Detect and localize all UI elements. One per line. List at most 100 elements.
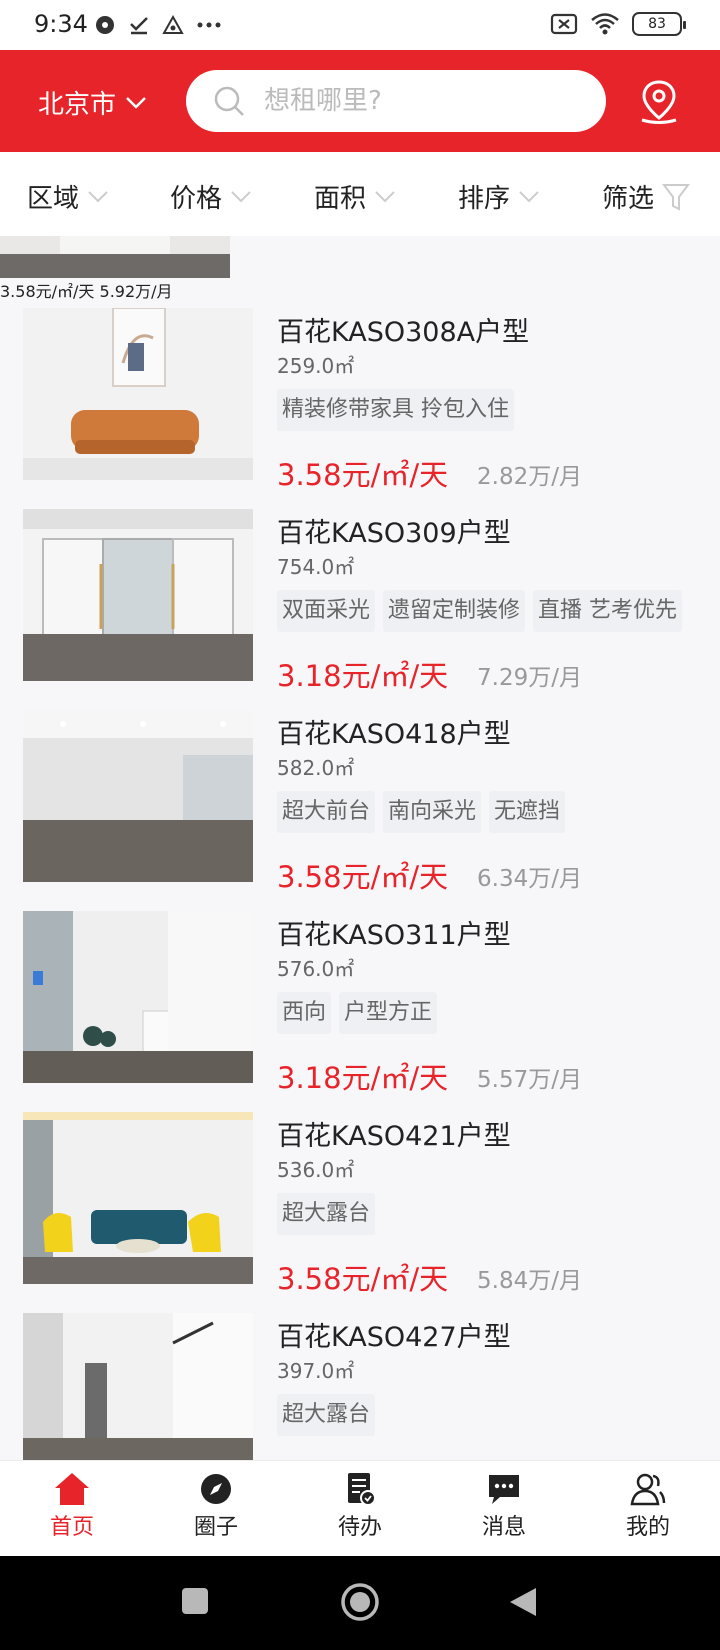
listing-area: 576.0㎡ <box>277 957 355 981</box>
listing-tag: 户型方正 <box>339 992 438 1034</box>
triangle-notification-icon <box>162 14 184 34</box>
listing-card[interactable]: 百花KASO427户型 397.0㎡ 超大露台 <box>0 1313 720 1460</box>
listing-monthly-price: 2.82万/月 <box>477 464 582 490</box>
listing-card[interactable]: 百花KASO308A户型 259.0㎡ 精装修带家具 拎包入住 3.58元/㎡/… <box>0 308 720 509</box>
listing-photo <box>23 308 253 480</box>
profile-icon <box>630 1473 666 1506</box>
top-header: 北京市 <box>0 50 720 152</box>
status-time: 9:34 <box>34 10 88 38</box>
city-selector[interactable]: 北京市 <box>38 84 148 121</box>
bottom-navigation: 首页 圈子 待办 消息 我的 <box>0 1460 720 1556</box>
nav-profile[interactable]: 我的 <box>598 1471 698 1541</box>
listing-tags: 双面采光 遗留定制装修 直播 艺考优先 <box>277 590 683 632</box>
listing-card[interactable]: 百花KASO418户型 582.0㎡ 超大前台 南向采光 无遮挡 3.58元/㎡… <box>0 710 720 911</box>
chevron-down-icon <box>231 190 251 202</box>
nav-todo[interactable]: 待办 <box>310 1471 410 1541</box>
listing-monthly-price: 5.84万/月 <box>477 1268 582 1294</box>
app-notification-icon <box>96 16 114 34</box>
status-bar: 9:34 83 <box>0 0 720 50</box>
home-button-icon[interactable] <box>340 1582 380 1622</box>
nav-home[interactable]: 首页 <box>22 1471 122 1541</box>
listing-photo <box>23 509 253 681</box>
listing-tag: 西向 <box>277 992 332 1034</box>
filter-label: 面积 <box>314 184 367 214</box>
search-icon <box>214 86 244 116</box>
listing-title: 百花KASO418户型 <box>277 719 511 750</box>
more-notifications-icon <box>197 22 221 28</box>
listing-photo <box>23 1112 253 1284</box>
listing-monthly-price: 7.29万/月 <box>477 665 582 691</box>
nav-messages[interactable]: 消息 <box>454 1471 554 1541</box>
filter-region[interactable]: 区域 <box>27 178 109 215</box>
listing-tags: 精装修带家具 拎包入住 <box>277 389 514 431</box>
listing-tag: 遗留定制装修 <box>383 590 526 632</box>
listing-tags: 超大露台 <box>277 1193 376 1235</box>
nav-circle[interactable]: 圈子 <box>166 1471 266 1541</box>
listing-tags: 西向 户型方正 <box>277 992 438 1034</box>
listing-area: 754.0㎡ <box>277 555 355 579</box>
home-icon <box>55 1473 89 1505</box>
listing-title: 百花KASO309户型 <box>277 518 511 549</box>
back-button-icon[interactable] <box>508 1586 538 1618</box>
chevron-down-icon <box>88 190 108 202</box>
listing-tags: 超大露台 <box>277 1394 376 1436</box>
listing-title: 百花KASO308A户型 <box>277 317 530 348</box>
chevron-down-icon <box>375 190 395 202</box>
listing-monthly-price: 5.92万/月 <box>99 282 173 301</box>
filter-sort[interactable]: 排序 <box>458 178 540 215</box>
listing-title: 百花KASO311户型 <box>277 920 511 951</box>
listing-daily-price: 3.18元/㎡/天 <box>277 659 449 693</box>
nav-label: 消息 <box>481 1515 526 1540</box>
check-notification-icon <box>130 17 148 35</box>
chevron-down-icon <box>519 190 539 202</box>
listing-area: 397.0㎡ <box>277 1359 355 1383</box>
listing-tags: 超大前台 南向采光 无遮挡 <box>277 791 566 833</box>
battery-level: 83 <box>648 16 666 32</box>
listing-daily-price: 3.58元/㎡/天 <box>277 1262 449 1296</box>
listing-tag: 超大露台 <box>277 1394 376 1436</box>
filter-label: 排序 <box>458 184 511 214</box>
filter-price[interactable]: 价格 <box>170 178 252 215</box>
recent-apps-icon[interactable] <box>181 1586 209 1616</box>
listing-daily-price: 3.58元/㎡/天 <box>277 860 449 894</box>
filter-label: 筛选 <box>602 184 655 214</box>
listing-daily-price: 3.58元/㎡/天 <box>277 458 449 492</box>
todo-icon <box>348 1473 376 1506</box>
listing-monthly-price: 5.57万/月 <box>477 1067 582 1093</box>
nav-label: 圈子 <box>193 1515 238 1540</box>
filter-bar: 区域 价格 面积 排序 筛选 <box>0 152 720 236</box>
listing-card[interactable]: 百花KASO309户型 754.0㎡ 双面采光 遗留定制装修 直播 艺考优先 3… <box>0 509 720 710</box>
listing-tag: 直播 艺考优先 <box>533 590 683 632</box>
filter-more[interactable]: 筛选 <box>602 178 691 215</box>
filter-label: 价格 <box>170 184 223 214</box>
compass-icon <box>201 1474 231 1504</box>
sim-off-icon <box>550 13 578 35</box>
wifi-icon <box>591 13 619 35</box>
listing-tag: 南向采光 <box>383 791 482 833</box>
listing-photo <box>0 236 720 278</box>
search-input[interactable] <box>264 86 564 116</box>
listing-monthly-price: 6.34万/月 <box>477 866 582 892</box>
listing-tag: 超大露台 <box>277 1193 376 1235</box>
listing-card[interactable]: 百花KASO311户型 576.0㎡ 西向 户型方正 3.18元/㎡/天 5.5… <box>0 911 720 1112</box>
city-label: 北京市 <box>38 90 117 120</box>
status-system-icons: 83 <box>550 12 686 36</box>
nav-label: 首页 <box>49 1515 94 1540</box>
location-pin-icon[interactable] <box>636 78 682 124</box>
listing-photo <box>23 1313 253 1460</box>
filter-label: 区域 <box>27 184 80 214</box>
listing-daily-price: 3.18元/㎡/天 <box>277 1061 449 1095</box>
listing-area: 536.0㎡ <box>277 1158 355 1182</box>
filter-area[interactable]: 面积 <box>314 178 396 215</box>
listing-title: 百花KASO427户型 <box>277 1322 511 1353</box>
chevron-down-icon <box>126 96 146 109</box>
nav-label: 待办 <box>337 1515 382 1540</box>
listing-list[interactable]: 3.58元/㎡/天 5.92万/月 百花KASO308A户型 259.0㎡ 精装… <box>0 236 720 1460</box>
listing-photo <box>23 911 253 1083</box>
listing-photo <box>23 710 253 882</box>
listing-card[interactable]: 3.58元/㎡/天 5.92万/月 <box>0 236 720 301</box>
search-box[interactable] <box>186 70 606 132</box>
listing-card[interactable]: 百花KASO421户型 536.0㎡ 超大露台 3.58元/㎡/天 5.84万/… <box>0 1112 720 1313</box>
listing-tag: 双面采光 <box>277 590 376 632</box>
listing-daily-price: 3.58元/㎡/天 <box>0 282 95 301</box>
